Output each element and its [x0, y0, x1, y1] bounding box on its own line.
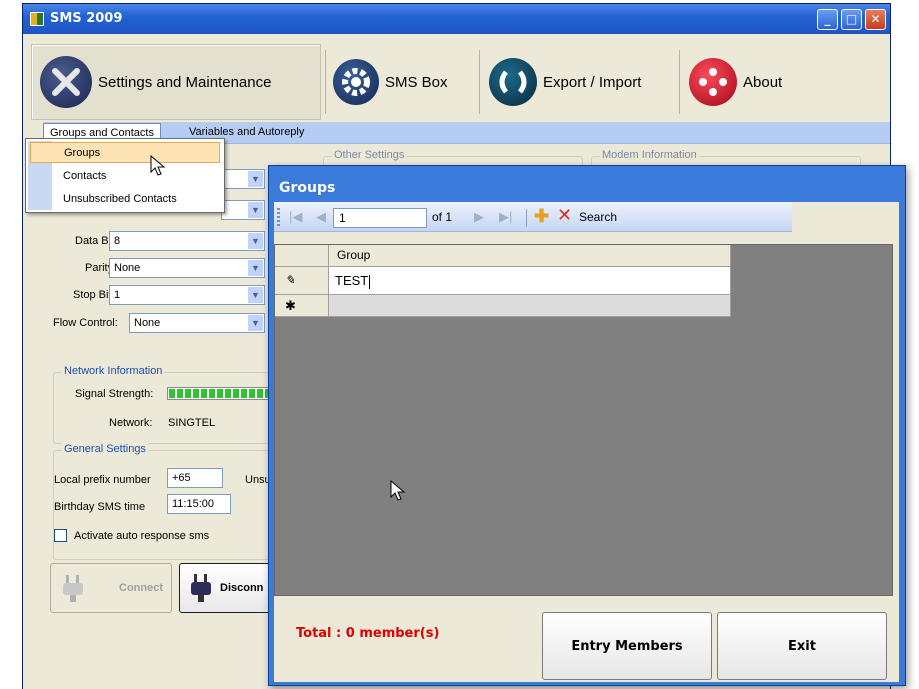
about-icon [689, 58, 737, 106]
chevron-down-icon: ▼ [248, 202, 263, 218]
stop-bits-combo[interactable]: 1 ▼ [109, 285, 265, 305]
connect-button[interactable]: Connect [50, 563, 172, 613]
title-bar: SMS 2009 _ □ ✕ [23, 4, 890, 34]
export-import-button[interactable]: Export / Import [481, 44, 676, 120]
plug-icon [63, 575, 83, 602]
app-icon [30, 12, 44, 26]
general-settings-title: General Settings [62, 443, 148, 455]
flow-control-value: None [134, 317, 161, 329]
modem-info-title: Modem Information [600, 149, 699, 161]
settings-maintenance-button[interactable]: Settings and Maintenance [31, 44, 321, 120]
group-column-header[interactable]: Group [329, 245, 731, 267]
data-bits-value: 8 [114, 235, 121, 247]
auto-response-checkbox[interactable] [54, 529, 67, 542]
count-label: of 1 [432, 210, 453, 224]
stop-bits-value: 1 [114, 289, 121, 301]
close-button[interactable]: ✕ [865, 9, 886, 30]
other-settings-title: Other Settings [332, 149, 407, 161]
mouse-cursor-icon [390, 480, 406, 501]
text-caret [369, 274, 371, 289]
total-members-label: Total : 0 member(s) [296, 626, 440, 641]
network-label: Network: [109, 417, 153, 429]
window-title: SMS 2009 [50, 11, 123, 26]
gear-icon [333, 59, 379, 105]
exit-button[interactable]: Exit [717, 612, 887, 680]
new-row-indicator: ✱ [275, 295, 329, 317]
move-next-icon[interactable]: ▶ [474, 209, 484, 225]
chevron-down-icon: ▼ [248, 233, 263, 249]
birthday-time-label: Birthday SMS time [54, 501, 146, 513]
toolbar-label: SMS Box [385, 73, 448, 91]
entry-members-button[interactable]: Entry Members [542, 612, 712, 680]
groups-dialog-title: Groups [279, 180, 336, 196]
group-cell-text: TEST [335, 273, 369, 288]
birthday-time-input[interactable]: 11:15:00 [167, 494, 231, 514]
signal-strength-fill [169, 389, 269, 398]
delete-icon[interactable]: ✕ [557, 205, 572, 226]
add-new-icon[interactable]: ✚ [534, 206, 549, 227]
groups-dialog-body: |◀ ◀ 1 of 1 ▶ ▶| ✚ ✕ Search Group ✎ TEST… [274, 202, 899, 682]
connect-label: Connect [119, 582, 163, 594]
tools-icon [40, 56, 92, 108]
plug-icon [191, 574, 211, 602]
disconnect-button[interactable]: Disconn [179, 563, 274, 613]
about-button[interactable]: About [681, 44, 801, 120]
signal-strength-label: Signal Strength: [75, 388, 154, 400]
chevron-down-icon: ▼ [248, 287, 263, 303]
chevron-down-icon: ▼ [248, 260, 263, 276]
binding-navigator: |◀ ◀ 1 of 1 ▶ ▶| ✚ ✕ Search [274, 202, 792, 232]
sms-box-button[interactable]: SMS Box [325, 44, 475, 120]
network-info-title: Network Information [62, 365, 165, 377]
minimize-button[interactable]: _ [817, 9, 838, 30]
flow-control-combo[interactable]: None ▼ [129, 313, 265, 333]
search-button[interactable]: Search [579, 210, 617, 224]
flow-control-label: Flow Control: [53, 317, 118, 329]
chevron-down-icon: ▼ [248, 171, 263, 187]
toolbar-label: About [743, 73, 783, 91]
groups-grid: Group ✎ TEST ✱ [274, 244, 893, 596]
chevron-down-icon: ▼ [248, 315, 263, 331]
network-value: SINGTEL [168, 417, 216, 429]
group-cell-editing[interactable]: TEST [329, 267, 731, 295]
toolbar-separator [479, 50, 480, 114]
signal-strength-bar [167, 387, 271, 400]
move-last-icon[interactable]: ▶| [499, 209, 512, 225]
move-first-icon[interactable]: |◀ [289, 209, 302, 225]
network-info-group: Network Information [53, 365, 278, 444]
grip-icon [277, 208, 280, 226]
position-input[interactable]: 1 [333, 208, 427, 228]
new-row-cell[interactable] [329, 295, 731, 317]
mouse-cursor-icon [150, 155, 166, 176]
maximize-button[interactable]: □ [841, 9, 862, 30]
toolbar-label: Export / Import [543, 73, 642, 91]
port-combo[interactable]: ▼ [221, 169, 265, 189]
groups-dialog: Groups |◀ ◀ 1 of 1 ▶ ▶| ✚ ✕ Search Group… [268, 165, 906, 686]
row-edit-indicator: ✎ [275, 267, 329, 295]
parity-combo[interactable]: None ▼ [109, 258, 265, 278]
groups-contacts-dropdown: Groups Contacts Unsubscribed Contacts [25, 138, 225, 213]
main-toolbar: Settings and Maintenance SMS Box Export … [23, 36, 890, 120]
transfer-icon [489, 58, 537, 106]
dropdown-item-unsubscribed-contacts[interactable]: Unsubscribed Contacts [30, 189, 220, 210]
data-bits-combo[interactable]: 8 ▼ [109, 231, 265, 251]
prefix-label: Local prefix number [54, 474, 151, 486]
move-previous-icon[interactable]: ◀ [316, 209, 326, 225]
baud-combo[interactable]: ▼ [221, 200, 265, 220]
prefix-input[interactable]: +65 [167, 468, 223, 488]
parity-value: None [114, 262, 141, 274]
auto-response-label: Activate auto response sms [74, 530, 210, 542]
unsubscribe-label: Unsu [245, 474, 271, 486]
grid-corner-header [275, 245, 329, 267]
dropdown-item-contacts[interactable]: Contacts [30, 166, 220, 187]
toolbar-separator [679, 50, 680, 114]
nav-separator [526, 209, 527, 227]
disconnect-label: Disconn [220, 582, 264, 594]
dropdown-item-groups[interactable]: Groups [30, 142, 220, 163]
toolbar-label: Settings and Maintenance [98, 73, 272, 91]
